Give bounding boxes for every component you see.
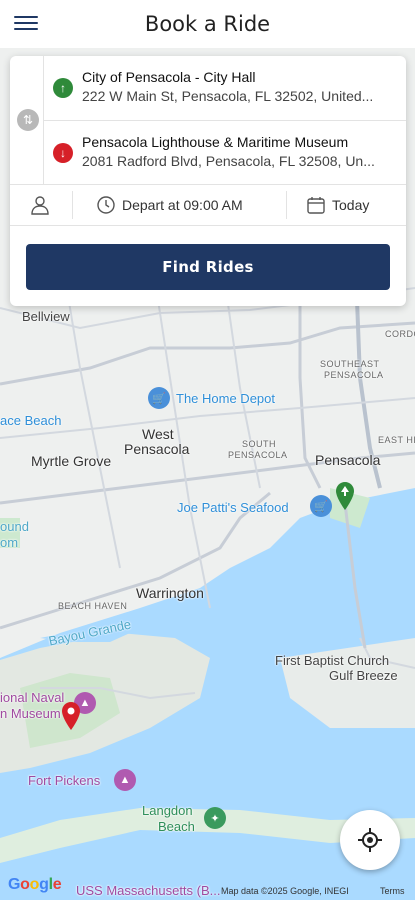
divider — [286, 191, 287, 219]
page-title: Book a Ride — [144, 12, 271, 36]
origin-field[interactable]: ↑ City of Pensacola - City Hall 222 W Ma… — [44, 56, 406, 120]
map-label-ound: ound — [0, 519, 29, 534]
map-label-south-pensacola: PENSACOLA — [228, 450, 288, 460]
person-icon — [31, 196, 49, 215]
map-label-southeast: SOUTHEAST — [320, 359, 380, 369]
terms-link[interactable]: Terms — [380, 886, 405, 896]
origin-address: 222 W Main St, Pensacola, FL 32502, Unit… — [82, 88, 374, 104]
map-attribution: Map data ©2025 Google, INEGI — [221, 886, 349, 896]
calendar-icon — [307, 197, 325, 214]
divider — [72, 191, 73, 219]
map-label-pensacola-upper: PENSACOLA — [324, 370, 384, 380]
fort-icon[interactable]: ▲ — [114, 769, 136, 791]
map-label-myrtle-grove: Myrtle Grove — [31, 453, 112, 469]
map-label-ace-beach: ace Beach — [0, 413, 62, 428]
cart-icon[interactable]: 🛒 — [310, 495, 332, 517]
map-label-east-hill: EAST HI — [378, 435, 415, 445]
destination-address: 2081 Radford Blvd, Pensacola, FL 32508, … — [82, 153, 375, 169]
crosshair-icon — [358, 828, 382, 852]
map-label-home-depot[interactable]: The Home Depot — [176, 391, 275, 406]
map-label-naval: ional Naval — [0, 690, 65, 705]
destination-marker-icon[interactable] — [62, 702, 80, 730]
find-rides-button[interactable]: Find Rides — [26, 244, 390, 290]
clock-icon — [97, 196, 115, 214]
locate-button[interactable] — [340, 810, 400, 870]
trip-card: ⇅ ↑ City of Pensacola - City Hall 222 W … — [10, 56, 406, 306]
map-label-langdon-beach: Beach — [158, 819, 195, 834]
date-label: Today — [332, 197, 370, 213]
map-label-joe-pattis[interactable]: Joe Patti's Seafood — [177, 500, 289, 515]
origin-name: City of Pensacola - City Hall — [82, 69, 256, 85]
depart-time-button[interactable]: Depart at 09:00 AM — [96, 185, 243, 225]
destination-field[interactable]: ↓ Pensacola Lighthouse & Maritime Museum… — [44, 120, 406, 184]
map-label-gulf-breeze: Gulf Breeze — [329, 668, 398, 683]
map-label-south: SOUTH — [242, 439, 276, 449]
destination-name: Pensacola Lighthouse & Maritime Museum — [82, 134, 349, 150]
google-logo: Google — [8, 876, 62, 893]
shopping-bag-icon[interactable]: 🛒 — [148, 387, 170, 409]
map-label-bellview: Bellview — [22, 309, 70, 324]
map-label-uss: USS Massachusetts (B... — [76, 883, 221, 898]
map-label-pensacola: Pensacola — [315, 452, 381, 468]
map-label-museum: n Museum — [0, 706, 61, 721]
trip-options: Depart at 09:00 AM Today — [10, 184, 406, 226]
map-label-langdon: Langdon — [142, 803, 193, 818]
date-button[interactable]: Today — [306, 185, 369, 225]
map-label-warrington: Warrington — [136, 585, 204, 601]
passengers-button[interactable] — [30, 185, 74, 225]
map-label-west-pensacola: Pensacola — [124, 441, 190, 457]
swap-icon[interactable]: ⇅ — [17, 109, 39, 131]
arrow-up-icon: ↑ — [53, 78, 73, 98]
map-label-cordova: CORDO — [385, 329, 415, 339]
map-label-beach-haven: BEACH HAVEN — [58, 601, 128, 611]
origin-marker-icon[interactable] — [336, 482, 354, 510]
app-header: Book a Ride — [0, 0, 415, 48]
arrow-down-icon: ↓ — [53, 143, 73, 163]
depart-time-label: Depart at 09:00 AM — [122, 197, 243, 213]
map-label-first-baptist: First Baptist Church — [275, 653, 390, 668]
map-label-om: om — [0, 535, 19, 550]
map-label-fort-pickens: Fort Pickens — [28, 773, 101, 788]
park-icon[interactable]: ✦ — [204, 807, 226, 829]
